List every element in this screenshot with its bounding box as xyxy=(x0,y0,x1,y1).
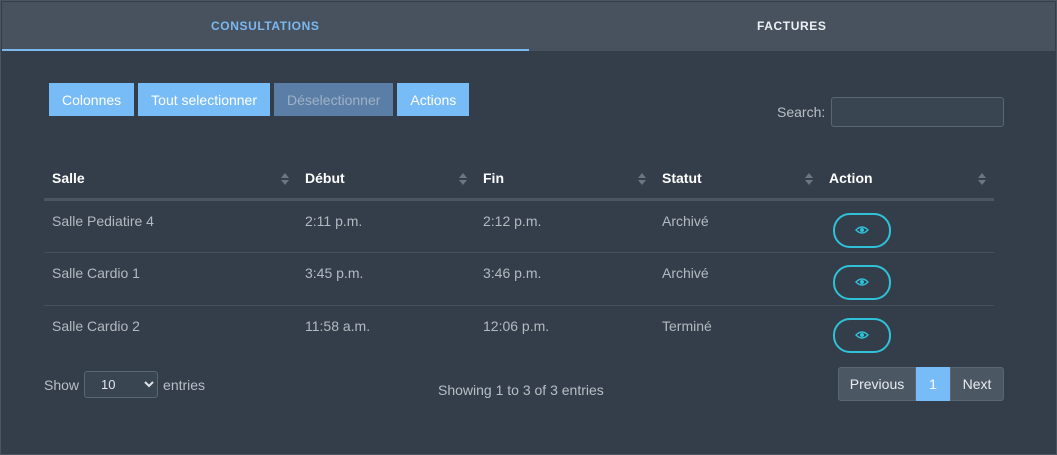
view-button[interactable] xyxy=(833,264,891,300)
columns-button[interactable]: Colonnes xyxy=(49,83,135,116)
sort-icon xyxy=(805,173,813,185)
column-header-statut[interactable]: Statut xyxy=(654,159,821,201)
tab-consultations[interactable]: CONSULTATIONS xyxy=(2,2,529,51)
cell-action xyxy=(821,305,994,358)
consultations-table: Salle Début Fin Statut Action Salle Pedi… xyxy=(44,159,994,358)
column-header-action[interactable]: Action xyxy=(821,159,994,201)
cell-debut: 2:11 p.m. xyxy=(297,199,475,253)
select-all-button[interactable]: Tout selectionner xyxy=(138,83,270,116)
eye-icon xyxy=(855,278,869,286)
cell-debut: 3:45 p.m. xyxy=(297,252,475,306)
search-box: Search: xyxy=(777,97,1005,127)
eye-icon xyxy=(855,331,869,339)
search-input[interactable] xyxy=(831,97,1005,127)
length-prefix: Show xyxy=(44,376,80,393)
pagination: Previous 1 Next xyxy=(838,367,1004,401)
cell-fin: 12:06 p.m. xyxy=(483,317,550,334)
next-page-button[interactable]: Next xyxy=(950,367,1004,401)
page-length-select[interactable]: 10 xyxy=(84,371,159,398)
table-info: Showing 1 to 3 of 3 entries xyxy=(438,382,604,398)
cell-statut: Archivé xyxy=(654,252,821,306)
cell-salle: Salle Cardio 1 xyxy=(44,252,297,306)
sort-icon xyxy=(978,173,986,185)
search-label: Search: xyxy=(777,104,826,120)
cell-salle: Salle Cardio 2 xyxy=(52,317,140,334)
cell-fin: 2:12 p.m. xyxy=(475,199,654,253)
view-button[interactable] xyxy=(833,212,891,248)
view-button[interactable] xyxy=(833,317,891,353)
tab-bar: CONSULTATIONS FACTURES xyxy=(2,2,1055,51)
table-header-row: Salle Début Fin Statut Action xyxy=(44,159,994,201)
actions-button[interactable]: Actions xyxy=(397,83,470,116)
column-header-label: Salle xyxy=(52,170,85,187)
cell-statut: Archivé xyxy=(654,199,821,253)
previous-page-button[interactable]: Previous xyxy=(838,367,916,401)
cell-salle: Salle Pediatire 4 xyxy=(44,199,297,253)
table-toolbar: Colonnes Tout selectionner Déselectionne… xyxy=(49,83,470,116)
page-1-button[interactable]: 1 xyxy=(916,367,950,401)
cell-debut: 11:58 a.m. xyxy=(305,317,371,334)
sort-icon xyxy=(638,173,646,185)
eye-icon xyxy=(855,226,869,234)
length-suffix: entries xyxy=(163,376,206,393)
cell-fin: 3:46 p.m. xyxy=(475,252,654,306)
column-header-label: Début xyxy=(305,170,345,187)
deselect-button[interactable]: Déselectionner xyxy=(274,83,394,116)
column-header-fin[interactable]: Fin xyxy=(475,159,654,201)
page-length-control: Show 10 entries xyxy=(44,371,205,398)
column-header-label: Action xyxy=(829,170,873,187)
table-row[interactable]: Salle Cardio 2 11:58 a.m. 12:06 p.m. Ter… xyxy=(44,305,994,358)
tab-factures[interactable]: FACTURES xyxy=(529,2,1056,51)
column-header-debut[interactable]: Début xyxy=(297,159,475,201)
cell-statut: Terminé xyxy=(662,317,712,334)
sort-icon xyxy=(281,173,289,185)
cell-action xyxy=(821,199,994,253)
column-header-label: Fin xyxy=(483,170,504,187)
table-row[interactable]: Salle Pediatire 4 2:11 p.m. 2:12 p.m. Ar… xyxy=(44,199,994,253)
sort-icon xyxy=(459,173,467,185)
cell-action xyxy=(821,252,994,306)
column-header-salle[interactable]: Salle xyxy=(44,159,297,201)
table-row[interactable]: Salle Cardio 1 3:45 p.m. 3:46 p.m. Archi… xyxy=(44,252,994,306)
column-header-label: Statut xyxy=(662,170,702,187)
